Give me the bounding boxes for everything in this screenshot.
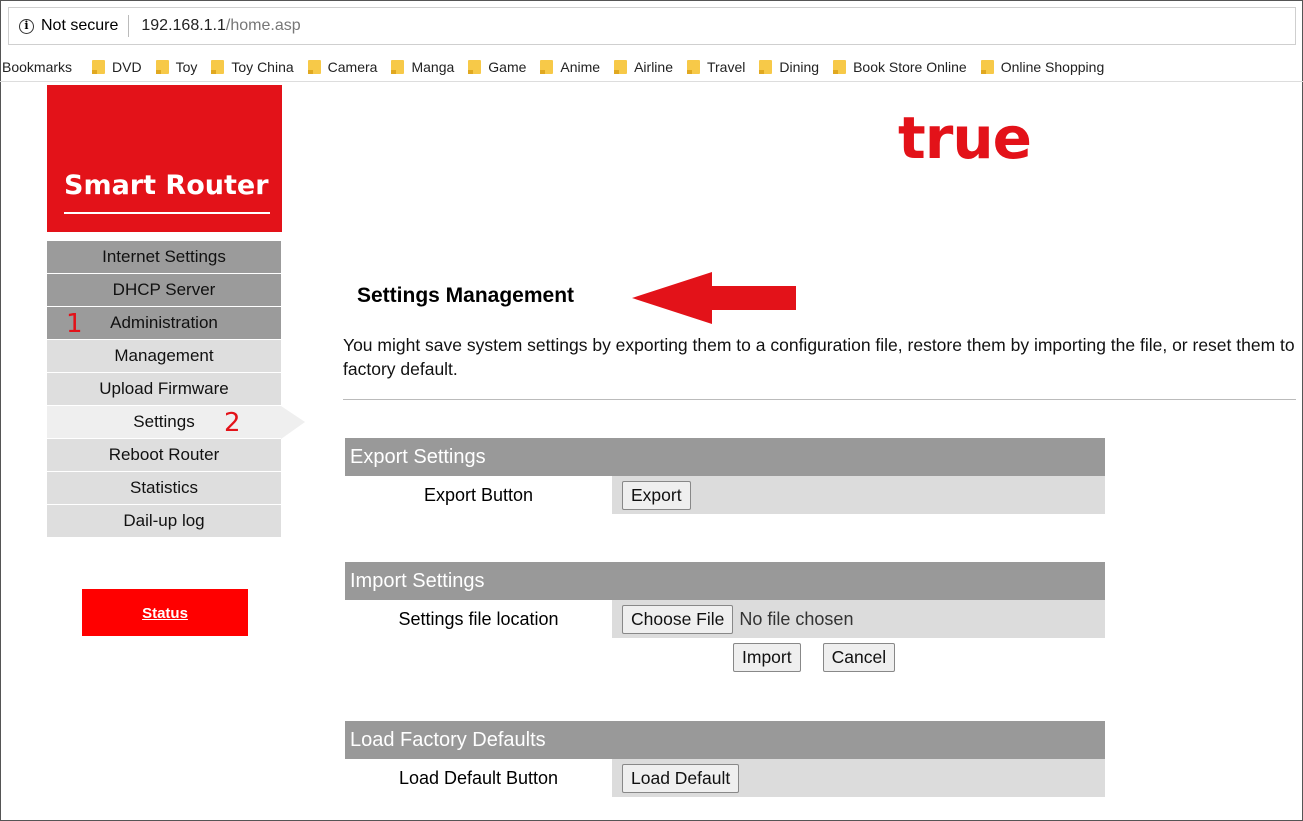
cancel-button[interactable]: Cancel [822,643,896,672]
sidebar-item-dail-up-log[interactable]: Dail-up log [47,505,281,538]
sidebar-item-statistics[interactable]: Statistics [47,472,281,505]
bookmark-item[interactable]: Toy [155,58,198,75]
folder-icon [155,59,169,74]
load-default-label: Load Default Button [345,759,612,797]
folder-icon [614,59,628,74]
bookmark-item[interactable]: Dining [759,59,819,75]
url-host: 192.168.1.1 [141,17,226,34]
bookmark-item[interactable]: Game [468,59,526,75]
bookmark-label: Airline [634,58,673,75]
folder-icon [468,59,482,74]
factory-row: Load Default Button Load Default [345,759,1105,797]
choose-file-button[interactable]: Choose File [622,604,734,634]
import-label: Settings file location [345,600,612,638]
bookmark-label: Dining [779,58,820,75]
load-default-button[interactable]: Load Default [622,763,740,793]
bookmark-label: Book Store Online [853,58,967,75]
sidebar-item-settings[interactable]: Settings [47,406,305,439]
bookmark-item[interactable]: Travel [686,58,746,75]
bookmark-label: DVD [112,58,142,75]
info-icon: i [19,18,34,34]
bookmark-label: Game [488,58,527,75]
address-bar[interactable]: i Not secure 192.168.1.1/home.asp [8,7,1296,45]
bookmark-item[interactable]: Airline [614,59,673,75]
folder-icon [92,59,106,74]
logo-underline [64,212,270,214]
folder-icon [540,59,554,74]
sidebar-menu: Internet Settings DHCP Server Administra… [47,241,305,538]
bookmark-item[interactable]: Camera [307,58,378,75]
bookmarks-bar: Bookmarks DVD Toy Toy China Camera Manga… [0,52,1303,82]
smart-router-logo: Smart Router [47,85,282,232]
url-text[interactable]: 192.168.1.1/home.asp [129,17,300,35]
folder-icon [686,59,700,74]
folder-icon [307,59,321,74]
logo-text: Smart Router [64,170,269,201]
page-description: You might save system settings by export… [343,335,1295,379]
folder-icon [211,59,225,74]
annotation-arrow-icon [632,272,796,324]
bookmark-label: Toy [175,58,198,75]
sidebar-item-upload-firmware[interactable]: Upload Firmware [47,373,281,406]
bookmark-item[interactable]: Manga [391,59,454,75]
bookmarks-label[interactable]: Bookmarks [2,59,72,75]
sidebar-item-dhcp-server[interactable]: DHCP Server [47,274,281,307]
bookmark-label: Online Shopping [1000,58,1105,75]
bookmark-label: Camera [327,58,378,75]
annotation-number-1: 1 [66,309,83,339]
true-brand-logo: true [898,104,1032,172]
export-label: Export Button [345,476,612,514]
status-button[interactable]: Status [82,589,248,636]
factory-value-cell: Load Default [612,759,1105,797]
import-button[interactable]: Import [733,643,801,672]
folder-icon [833,59,847,74]
bookmark-item[interactable]: Anime [540,59,600,75]
folder-icon [391,59,405,74]
bookmark-label: Manga [411,58,455,75]
page-title: Settings Management [357,284,575,307]
folder-icon [980,59,994,74]
annotation-number-2: 2 [224,408,241,438]
export-button[interactable]: Export [622,480,691,510]
load-factory-defaults-header: Load Factory Defaults [345,721,1105,759]
file-status: No file chosen [739,608,854,629]
export-settings-header: Export Settings [345,438,1105,476]
bookmark-label: Toy China [231,58,294,75]
bookmark-item[interactable]: Book Store Online [833,59,967,75]
import-row: Settings file location Choose File No fi… [345,600,1105,638]
sidebar-item-internet-settings[interactable]: Internet Settings [47,241,281,274]
security-indicator[interactable]: i Not secure [9,15,130,37]
bookmark-label: Travel [706,58,746,75]
sidebar-item-management[interactable]: Management [47,340,281,373]
bookmark-label: Anime [560,58,601,75]
import-settings-header: Import Settings [345,562,1105,600]
sidebar-item-reboot-router[interactable]: Reboot Router [47,439,281,472]
bookmark-item[interactable]: Online Shopping [980,58,1105,75]
folder-icon [759,59,773,74]
export-row: Export Button Export [345,476,1105,514]
file-input: Choose File No file chosen [612,600,1105,638]
divider [343,399,1296,400]
bookmark-item[interactable]: Toy China [211,58,294,75]
export-value-cell: Export [612,476,1105,514]
security-label: Not secure [41,17,119,34]
url-path: /home.asp [225,17,301,34]
import-actions: Import Cancel [733,643,896,672]
bookmark-item[interactable]: DVD [92,59,142,75]
